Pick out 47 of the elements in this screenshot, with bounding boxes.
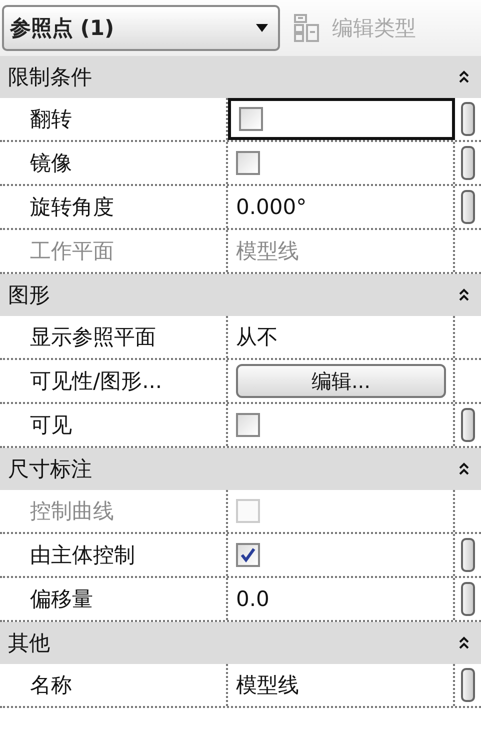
associate-parameter-button[interactable]	[461, 538, 475, 572]
associate-parameter-button[interactable]	[461, 408, 475, 442]
property-label: 镜像	[30, 150, 72, 177]
property-row[interactable]: 镜像	[0, 142, 481, 186]
property-label: 翻转	[30, 106, 72, 133]
checkbox[interactable]	[236, 151, 260, 175]
associate-parameter-button[interactable]	[461, 582, 475, 616]
property-label: 工作平面	[30, 238, 114, 265]
section-title: 限制条件	[8, 64, 92, 91]
checkbox[interactable]	[239, 107, 263, 131]
property-row[interactable]: 可见性/图形... 编辑...	[0, 360, 481, 404]
section-header[interactable]: 尺寸标注	[0, 448, 481, 490]
property-row[interactable]: 显示参照平面 从不	[0, 316, 481, 360]
property-value[interactable]: 0.000°	[236, 195, 307, 219]
section-header[interactable]: 图形	[0, 274, 481, 316]
focused-value-cell[interactable]	[228, 98, 455, 140]
property-value: 模型线	[236, 238, 299, 265]
property-label: 由主体控制	[30, 542, 135, 569]
property-label: 可见	[30, 412, 72, 439]
associate-parameter-button[interactable]	[461, 668, 475, 702]
checkbox[interactable]	[236, 543, 260, 567]
associate-parameter-button[interactable]	[461, 146, 475, 180]
property-label: 偏移量	[30, 586, 93, 613]
edit-button[interactable]: 编辑...	[236, 364, 446, 398]
property-row[interactable]: 旋转角度 0.000°	[0, 186, 481, 230]
section-title: 图形	[8, 282, 50, 309]
property-value[interactable]: 模型线	[236, 671, 299, 699]
associate-parameter-button[interactable]	[461, 190, 475, 224]
property-label: 控制曲线	[30, 498, 114, 525]
property-value[interactable]: 从不	[236, 323, 278, 351]
property-value[interactable]: 0.0	[236, 587, 270, 611]
section-title: 其他	[8, 630, 50, 657]
checkbox[interactable]	[236, 413, 260, 437]
caret-icon	[256, 24, 268, 32]
property-label: 显示参照平面	[30, 324, 156, 351]
type-properties-icon	[294, 14, 320, 42]
property-row[interactable]: 名称 模型线	[0, 664, 481, 708]
property-label: 名称	[30, 672, 72, 699]
type-selector[interactable]: 参照点 (1)	[2, 5, 280, 51]
section-header[interactable]: 其他	[0, 622, 481, 664]
property-row[interactable]: 翻转	[0, 98, 481, 142]
section-title: 尺寸标注	[8, 456, 92, 483]
property-label: 可见性/图形...	[30, 368, 162, 395]
property-label: 旋转角度	[30, 194, 114, 221]
section-header[interactable]: 限制条件	[0, 56, 481, 98]
associate-parameter-button[interactable]	[461, 102, 475, 136]
property-row[interactable]: 由主体控制	[0, 534, 481, 578]
